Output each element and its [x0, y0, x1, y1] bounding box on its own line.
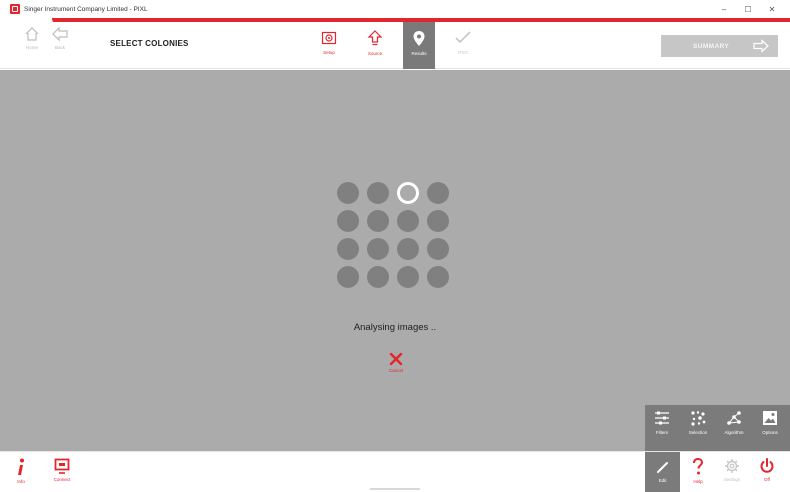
bottom-scroll-indicator: [370, 488, 420, 490]
step-source-label: Source: [367, 51, 383, 56]
home-label: Home: [25, 45, 38, 50]
spinner-dot: [337, 238, 359, 260]
window-titlebar: Singer Instrument Company Limited - PIXL…: [0, 0, 790, 18]
window-controls: – ☐ ✕: [712, 2, 784, 16]
spinner-dot: [427, 266, 449, 288]
help-button[interactable]: Help: [683, 458, 713, 490]
filters-button[interactable]: Filters: [645, 410, 679, 448]
spinner-dot: [337, 210, 359, 232]
window-title: Singer Instrument Company Limited - PIXL: [24, 5, 148, 13]
analysis-canvas: Analysing images .. Cancel: [0, 70, 790, 451]
monitor-icon: [54, 458, 70, 474]
edit-label: Edit: [658, 478, 667, 483]
algorithm-button[interactable]: Algorithm: [717, 410, 751, 448]
step-setup-label: Setup: [323, 50, 335, 55]
help-label: Help: [693, 479, 703, 484]
connect-label: Connect: [53, 477, 71, 482]
close-window-button[interactable]: ✕: [760, 2, 784, 16]
step-pxg-label: PXG: [458, 50, 468, 55]
spinner-dot: [397, 238, 419, 260]
app-logo-icon: [10, 4, 20, 14]
selection-label: Selection: [688, 430, 708, 435]
loading-spinner-grid: [337, 182, 457, 288]
sliders-icon: [655, 411, 669, 425]
image-icon: [763, 411, 777, 425]
bottom-bar: Info Connect Edit Help Settings Off: [0, 451, 790, 492]
step-source[interactable]: Source: [359, 22, 391, 69]
spinner-dot: [367, 238, 389, 260]
gear-icon: [725, 459, 739, 473]
spinner-dot: [337, 182, 359, 204]
selection-dots-icon: [691, 411, 706, 426]
summary-label: SUMMARY: [693, 42, 730, 50]
options-label: Options: [762, 430, 778, 435]
status-text: Analysing images ..: [353, 322, 437, 333]
info-label: Info: [17, 479, 25, 484]
minimize-button[interactable]: –: [712, 2, 736, 16]
settings-button[interactable]: Settings: [717, 458, 747, 490]
back-arrow-icon: [52, 26, 68, 42]
cancel-button[interactable]: Cancel: [385, 352, 407, 373]
step-results-label: Results: [411, 51, 427, 56]
spinner-dot: [397, 266, 419, 288]
maximize-button[interactable]: ☐: [736, 2, 760, 16]
step-results[interactable]: Results: [403, 22, 435, 69]
power-icon: [760, 458, 774, 473]
checkmark-icon: [455, 31, 471, 44]
spinner-dot: [427, 210, 449, 232]
tools-panel: Filters Selection Algorithm Options: [645, 405, 790, 451]
help-question-icon: [693, 458, 704, 475]
spinner-dot-active: [397, 182, 419, 204]
summary-button[interactable]: SUMMARY: [661, 35, 778, 57]
off-label: Off: [764, 477, 770, 482]
spinner-dot: [367, 266, 389, 288]
location-pin-icon: [413, 31, 425, 46]
spinner-dot: [367, 182, 389, 204]
home-icon: [25, 27, 39, 41]
step-pxg[interactable]: PXG: [447, 22, 479, 69]
edit-button[interactable]: Edit: [645, 452, 680, 492]
page-title: SELECT COLONIES: [110, 39, 189, 48]
back-button[interactable]: Back: [44, 26, 76, 64]
settings-label: Settings: [723, 477, 741, 482]
back-label: Back: [54, 45, 65, 50]
spinner-dot: [367, 210, 389, 232]
pencil-icon: [656, 462, 668, 473]
options-button[interactable]: Options: [753, 410, 787, 448]
upload-arrow-icon: [367, 30, 383, 46]
forward-arrow-icon: [753, 39, 769, 53]
algorithm-label: Algorithm: [724, 430, 744, 435]
spinner-dot: [397, 210, 419, 232]
spinner-dot: [427, 182, 449, 204]
power-off-button[interactable]: Off: [752, 458, 782, 490]
filters-label: Filters: [655, 430, 669, 435]
network-icon: [727, 411, 741, 425]
spinner-dot: [427, 238, 449, 260]
connect-button[interactable]: Connect: [47, 458, 77, 490]
selection-button[interactable]: Selection: [681, 410, 715, 448]
info-i-icon: [18, 458, 24, 475]
step-setup[interactable]: Setup: [313, 22, 345, 69]
info-button[interactable]: Info: [6, 458, 36, 490]
close-x-icon: [389, 352, 403, 366]
camera-settings-icon: [321, 31, 337, 45]
spinner-dot: [337, 266, 359, 288]
cancel-label: Cancel: [388, 368, 403, 373]
